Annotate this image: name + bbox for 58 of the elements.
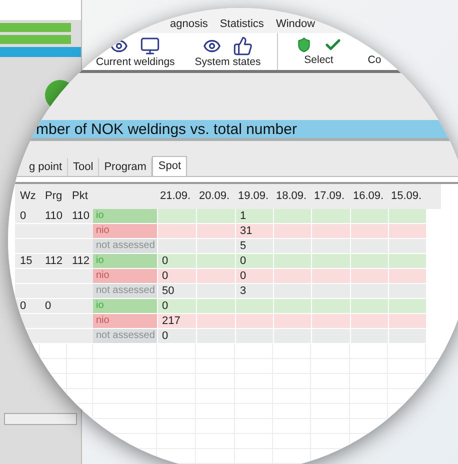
- menu-item[interactable]: agnosis: [170, 17, 208, 31]
- table-cell: 110: [40, 209, 67, 223]
- table-cell: [67, 239, 93, 253]
- column-header: Pkt: [71, 189, 89, 204]
- toolbar-button[interactable]: Co: [368, 54, 382, 68]
- column-header: 17.09.: [313, 189, 346, 204]
- table-cell: 0: [235, 254, 273, 268]
- table-cell: [67, 284, 93, 298]
- column-header: 20.09.: [198, 189, 231, 204]
- table-cell: 110: [67, 209, 93, 223]
- status-cell: nio: [93, 224, 157, 238]
- table-cell: 0: [157, 329, 196, 343]
- shield-icon: [296, 36, 312, 54]
- menu-item[interactable]: Window: [276, 17, 316, 31]
- toolbar-button[interactable]: Current weldings: [96, 56, 175, 70]
- column-header: Prg: [44, 189, 64, 204]
- table-cell: 0: [40, 299, 67, 313]
- menu-item[interactable]: Statistics: [220, 17, 264, 31]
- column-header: 16.09.: [352, 189, 385, 204]
- column-header: 21.09.: [159, 189, 192, 204]
- table-cell: 0: [235, 269, 273, 283]
- status-cell: nio: [93, 314, 157, 328]
- table-cell: 5: [235, 239, 273, 253]
- table-cell: 50: [157, 284, 196, 298]
- table-cell: 1: [235, 209, 273, 223]
- table-cell: 217: [157, 314, 196, 328]
- status-cell: nio: [93, 269, 157, 283]
- toolbar-button[interactable]: System states: [194, 56, 261, 70]
- tab[interactable]: g point: [24, 158, 68, 176]
- table-cell: 0: [15, 209, 40, 223]
- table-cell: 112: [40, 254, 67, 268]
- toolbar-button[interactable]: Select: [304, 54, 334, 68]
- monitor-icon: [140, 36, 160, 56]
- column-header: 18.09.: [275, 189, 308, 204]
- table-cell: 15: [15, 254, 40, 268]
- table-cell: [67, 314, 93, 328]
- table-cell: 3: [235, 284, 273, 298]
- column-header: Wz: [19, 189, 37, 204]
- thumbs-up-icon: [232, 36, 253, 56]
- table-cell: [67, 299, 93, 313]
- tab[interactable]: Spot: [152, 156, 188, 176]
- status-cell: not assessed: [93, 284, 157, 298]
- table-cell: 0: [157, 299, 196, 313]
- tab[interactable]: Tool: [68, 158, 100, 176]
- status-cell: not assessed: [93, 239, 157, 253]
- table-cell: [67, 224, 93, 238]
- table-cell: 0: [157, 269, 196, 283]
- status-cell: io: [93, 254, 157, 268]
- status-cell: io: [93, 299, 157, 313]
- table-cell: 31: [235, 224, 273, 238]
- table-cell: 0: [157, 254, 196, 268]
- table-cell: 112: [67, 254, 93, 268]
- column-header: 15.09.: [390, 189, 423, 204]
- status-cell: io: [93, 209, 157, 223]
- column-header: 19.09.: [237, 189, 270, 204]
- table-cell: [67, 269, 93, 283]
- table-cell: [15, 284, 40, 298]
- status-cell: not assessed: [93, 329, 157, 343]
